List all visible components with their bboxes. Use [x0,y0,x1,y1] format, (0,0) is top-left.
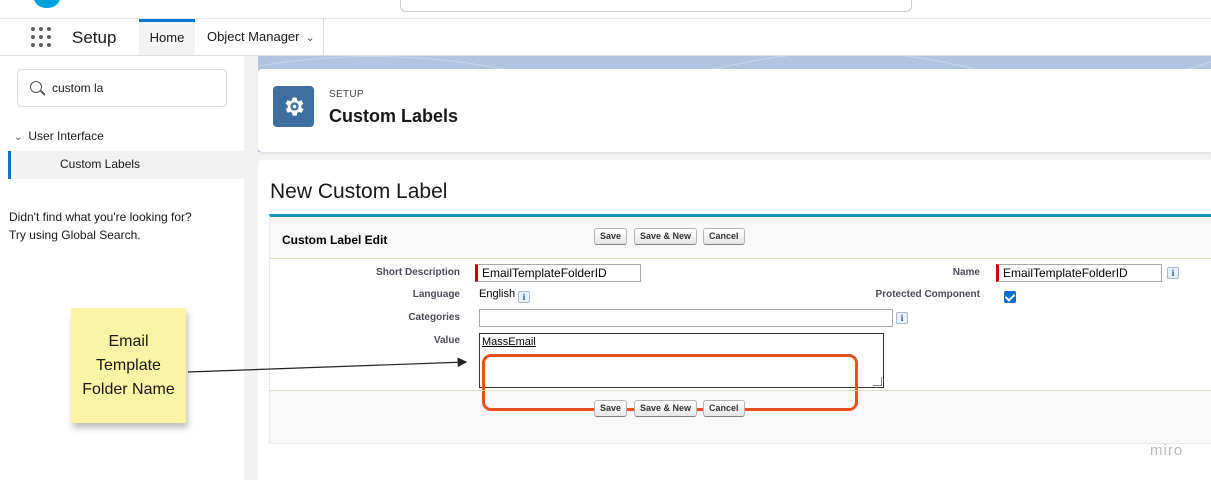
cancel-button-top[interactable]: Cancel [703,228,745,245]
header-eyebrow: SETUP [329,89,364,100]
language-value[interactable]: English [479,288,515,300]
tab-home[interactable]: Home [139,19,195,55]
value-text: MassEmail [482,336,536,348]
global-header [0,0,1211,19]
app-name: Setup [72,28,117,47]
sticky-note-text: Email Template Folder Name [82,332,175,398]
protected-component-checkbox[interactable] [1004,291,1016,303]
info-icon[interactable]: i [896,312,908,324]
page-header: SETUP Custom Labels [258,69,1211,152]
save-new-button-top[interactable]: Save & New [634,228,698,245]
save-button-top[interactable]: Save [594,228,628,245]
short-description-label: Short Description [376,267,460,278]
salesforce-logo[interactable] [34,0,60,8]
content-card: New Custom Label Custom Label Edit Save … [258,160,1211,480]
cancel-button-bottom[interactable]: Cancel [703,400,745,417]
global-search-box[interactable] [400,0,912,12]
not-found-line-1: Didn't find what you're looking for? [9,210,192,224]
tree-node-label: User Interface [28,129,104,143]
name-label: Name [952,267,980,278]
resize-handle[interactable] [873,377,882,386]
categories-field[interactable] [479,309,893,327]
page-title: Custom Labels [329,106,459,126]
tab-object-manager[interactable]: Object Manager ⌄ [201,19,324,55]
save-new-button-bottom[interactable]: Save & New [634,400,698,417]
protected-component-label: Protected Component [875,289,980,300]
form-page-title: New Custom Label [270,180,448,203]
info-icon[interactable]: i [518,291,530,303]
name-field[interactable] [996,264,1162,282]
info-icon[interactable]: i [1167,267,1179,279]
search-icon [30,81,42,93]
value-label: Value [433,335,460,346]
language-label: Language [412,289,460,300]
custom-label-edit-block: Custom Label Edit Save Save & New Cancel… [269,214,1211,444]
tab-object-manager-label: Object Manager [207,29,300,44]
short-description-field[interactable] [475,264,641,282]
chevron-down-icon[interactable]: ⌄ [306,20,315,56]
gear-icon [273,86,314,127]
header-banner: SETUP Custom Labels [258,56,1211,152]
section-divider [270,390,1211,391]
quick-find-input[interactable] [52,78,212,98]
sticky-note: Email Template Folder Name [71,308,186,423]
setup-nav-bar: Setup Home Object Manager ⌄ [0,19,1211,56]
global-search-hint-link[interactable]: Try using Global Search. [9,226,234,244]
main-content: SETUP Custom Labels New Custom Label Cus… [258,56,1211,480]
app-launcher-icon[interactable] [31,27,51,47]
sidebar-splitter[interactable] [244,56,258,480]
tree-node-user-interface[interactable]: ⌄ User Interface [14,129,104,143]
miro-watermark: miro [1150,442,1184,459]
chevron-down-icon[interactable]: ⌄ [14,132,22,143]
sidebar-item-custom-labels[interactable]: Custom Labels [8,151,244,179]
save-button-bottom[interactable]: Save [594,400,628,417]
quick-find-box[interactable] [17,69,227,107]
section-title: Custom Label Edit [282,233,388,247]
not-found-hint: Didn't find what you're looking for? Try… [9,208,234,244]
categories-label: Categories [408,312,460,323]
